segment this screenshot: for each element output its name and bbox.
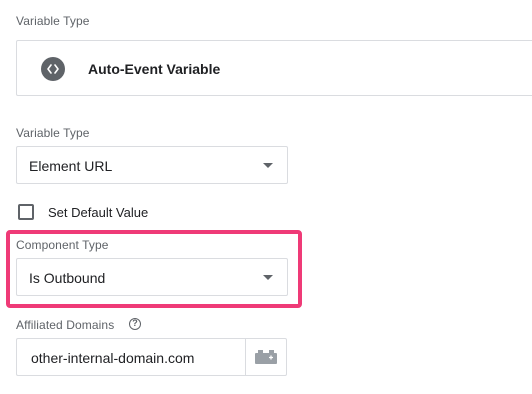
variable-configuration: Variable Type Auto-Event Variable Variab…	[0, 0, 532, 394]
affiliated-domains-label: Affiliated Domains	[16, 318, 115, 332]
affiliated-domain-input[interactable]: other-internal-domain.com	[16, 338, 245, 376]
code-brackets-icon	[41, 57, 65, 81]
variable-type-field-label: Variable Type	[16, 126, 90, 140]
chevron-down-icon	[263, 275, 273, 280]
component-type-select-value: Is Outbound	[29, 270, 106, 286]
insert-variable-button[interactable]	[245, 338, 287, 376]
help-icon[interactable]: ?	[129, 318, 141, 330]
variable-type-name: Auto-Event Variable	[88, 61, 221, 77]
component-type-select[interactable]: Is Outbound	[16, 258, 288, 296]
default-value-label: Set Default Value	[48, 204, 149, 220]
chevron-down-icon	[263, 163, 273, 168]
variable-type-heading: Variable Type	[16, 14, 90, 28]
default-value-checkbox[interactable]	[18, 204, 34, 220]
variable-lego-icon	[255, 350, 277, 364]
default-value-row[interactable]: Set Default Value	[18, 202, 148, 222]
component-type-label: Component Type	[16, 238, 109, 252]
variable-type-card[interactable]: Auto-Event Variable	[16, 40, 532, 96]
affiliated-domain-value: other-internal-domain.com	[31, 350, 195, 366]
variable-type-select[interactable]: Element URL	[16, 146, 288, 184]
variable-type-select-value: Element URL	[29, 158, 113, 174]
